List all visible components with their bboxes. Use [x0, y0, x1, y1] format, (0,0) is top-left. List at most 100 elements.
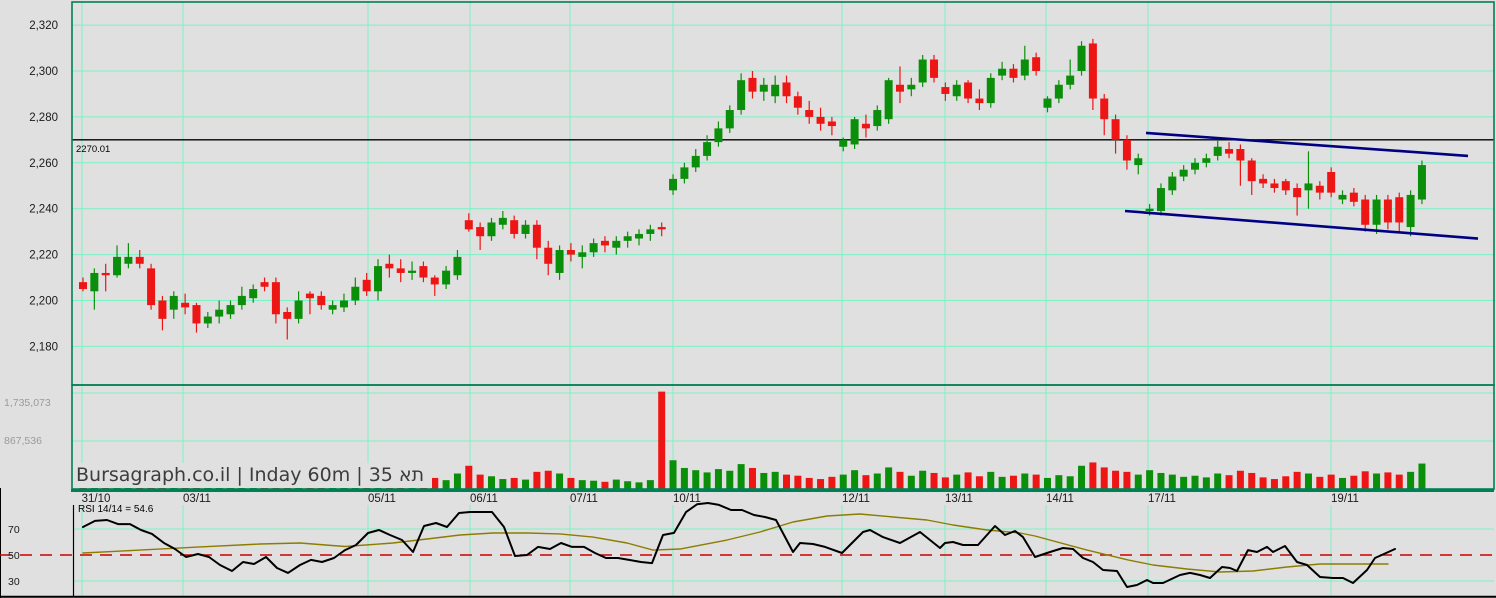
- candle: [305, 293, 314, 299]
- volume-bar: [1293, 471, 1301, 489]
- candle: [1145, 208, 1154, 211]
- volume-bar: [964, 472, 972, 489]
- volume-bar: [1373, 473, 1381, 489]
- volume-bar: [624, 481, 632, 489]
- candle: [1406, 194, 1415, 228]
- candle: [419, 266, 428, 278]
- rsi-indicator-label: RSI 14/14 = 54.6: [78, 504, 154, 515]
- candle: [1066, 75, 1075, 85]
- date-axis-label: 10/11: [673, 493, 701, 505]
- candle: [271, 282, 280, 315]
- volume-bar: [953, 474, 961, 489]
- date-axis-label: 17/11: [1148, 493, 1176, 505]
- candle: [1225, 149, 1234, 154]
- volume-bar: [1304, 473, 1312, 489]
- chart-canvas[interactable]: 2,320 2,300 2,280 2,260 2,240 2,220 2,200 2,180…: [0, 0, 1496, 598]
- candle: [339, 300, 348, 308]
- candle: [464, 220, 473, 230]
- volume-bar: [1123, 471, 1131, 489]
- candle: [147, 268, 156, 306]
- candle: [759, 84, 768, 92]
- candle: [249, 289, 258, 299]
- candle: [362, 279, 371, 292]
- candle: [1054, 84, 1063, 99]
- candle: [1304, 183, 1313, 191]
- volume-bar: [862, 475, 870, 489]
- candle: [328, 305, 337, 310]
- volume-bar: [783, 474, 791, 489]
- volume-bar: [1236, 470, 1244, 489]
- volume-axis-label: 1,735,073: [4, 397, 51, 409]
- candle: [1372, 199, 1381, 225]
- candle: [884, 80, 893, 120]
- candle: [839, 139, 848, 147]
- candle: [396, 268, 405, 273]
- candle: [861, 123, 870, 129]
- candle: [1383, 199, 1392, 223]
- volume-bar: [1418, 463, 1426, 489]
- volume-bar: [465, 465, 473, 489]
- candle: [600, 240, 609, 246]
- candle: [737, 80, 746, 111]
- candle: [124, 256, 133, 264]
- volume-bar: [1191, 475, 1199, 489]
- candle: [442, 270, 451, 285]
- candle: [555, 250, 564, 273]
- candle: [1247, 160, 1256, 182]
- candle: [1168, 176, 1177, 191]
- candle: [532, 224, 541, 248]
- price-line-label: 2270.01: [76, 144, 111, 155]
- volume-bar: [510, 477, 518, 489]
- volume-bar: [714, 469, 722, 489]
- candle: [510, 220, 519, 234]
- volume-bar: [975, 476, 983, 489]
- candle: [612, 240, 621, 248]
- volume-bar: [1282, 476, 1290, 489]
- date-axis-label: 12/11: [842, 493, 870, 505]
- candle: [487, 222, 496, 237]
- volume-bar: [533, 471, 541, 489]
- volume-bar: [556, 473, 564, 489]
- candle: [215, 309, 224, 317]
- price-axis-label: 2,280: [29, 112, 58, 124]
- candle: [192, 305, 201, 324]
- volume-bar: [1395, 474, 1403, 489]
- candle: [476, 227, 485, 237]
- volume-bar: [646, 480, 654, 489]
- volume-bar: [907, 475, 915, 489]
- volume-bar: [635, 482, 643, 489]
- candle: [657, 227, 666, 230]
- candle: [725, 110, 734, 129]
- price-axis-label: 2,300: [29, 66, 58, 78]
- candle: [1315, 185, 1324, 193]
- volume-bar: [1078, 465, 1086, 489]
- candle: [135, 256, 144, 264]
- candle: [1088, 43, 1097, 99]
- candle: [1043, 98, 1052, 108]
- candle: [1077, 45, 1086, 71]
- candle: [771, 84, 780, 97]
- volume-bar: [499, 479, 507, 489]
- volume-bar: [748, 467, 756, 489]
- volume-bar: [567, 477, 575, 489]
- volume-bar: [1146, 470, 1154, 489]
- volume-bar: [1089, 462, 1097, 489]
- volume-bar: [487, 476, 495, 489]
- volume-bar: [544, 470, 552, 489]
- candle: [646, 229, 655, 234]
- candle: [1281, 181, 1290, 191]
- candle: [430, 277, 439, 285]
- volume-bar: [760, 472, 768, 489]
- candle: [294, 300, 303, 319]
- volume-bar: [1384, 472, 1392, 489]
- candle: [1293, 188, 1302, 198]
- candle: [816, 116, 825, 124]
- date-axis-label: 06/11: [470, 493, 498, 505]
- volume-bar: [1248, 472, 1256, 489]
- volume-bar: [873, 473, 881, 489]
- candle: [850, 119, 859, 145]
- chart-background: [0, 0, 1496, 598]
- candle: [578, 252, 587, 257]
- rsi-axis-label: 30: [8, 576, 20, 588]
- candle: [964, 82, 973, 99]
